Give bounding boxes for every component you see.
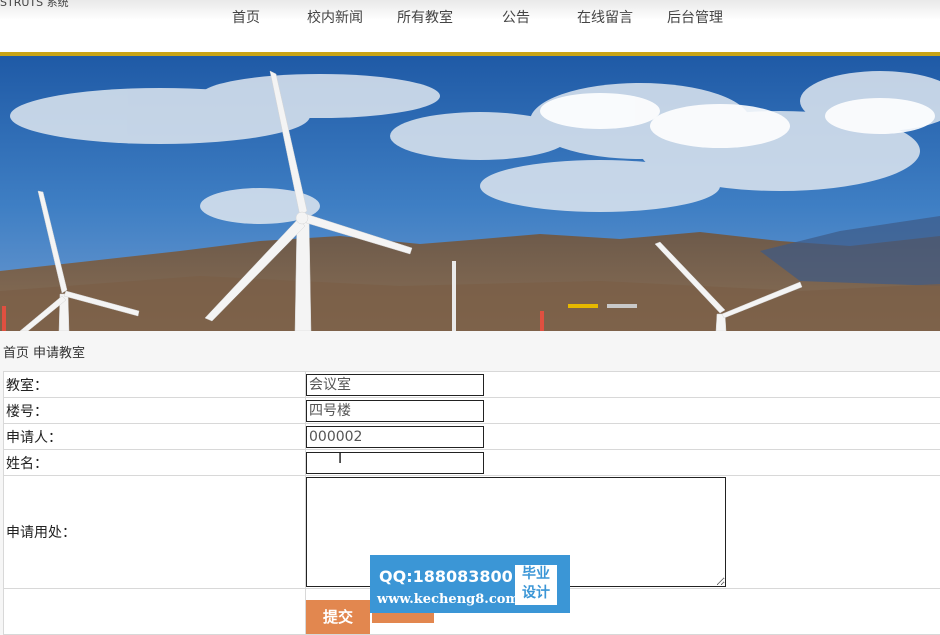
nav-home[interactable]: 首页 (232, 8, 260, 28)
watermark-qq: QQ:188083800 (379, 567, 513, 586)
watermark-badge: 毕业 设计 (515, 565, 557, 605)
applicant-input[interactable] (306, 426, 484, 448)
nav-online-message[interactable]: 在线留言 (577, 8, 633, 28)
building-label: 楼号： (4, 398, 306, 424)
purpose-label: 申请用处： (4, 476, 306, 589)
nav-announcements[interactable]: 公告 (502, 8, 530, 28)
nav-campus-news[interactable]: 校内新闻 (307, 8, 363, 28)
watermark-banner: QQ:188083800 www.kecheng8.com 毕业 设计 (370, 555, 570, 613)
breadcrumb: 首页申请教室 (3, 342, 89, 361)
watermark-url: www.kecheng8.com (377, 592, 519, 607)
name-input[interactable] (306, 452, 484, 474)
classroom-label: 教室： (4, 372, 306, 398)
site-header: STRUTS 系统 首页 校内新闻 所有教室 公告 在线留言 后台管理 (0, 0, 940, 56)
form-row-building: 楼号： (4, 398, 940, 424)
submit-button[interactable]: 提交 (306, 600, 370, 634)
classroom-input[interactable] (306, 374, 484, 396)
form-row-classroom: 教室： (4, 372, 940, 398)
breadcrumb-home[interactable]: 首页 (3, 346, 29, 361)
text-cursor-icon: I (338, 451, 342, 467)
applicant-label: 申请人： (4, 424, 306, 450)
name-label: 姓名： (4, 450, 306, 476)
nav-all-classrooms[interactable]: 所有教室 (397, 8, 453, 28)
banner-image (0, 56, 940, 331)
slider-dot[interactable] (607, 304, 637, 308)
building-input[interactable] (306, 400, 484, 422)
main-nav: 首页 校内新闻 所有教室 公告 在线留言 后台管理 (0, 0, 940, 36)
slider-dot-active[interactable] (568, 304, 598, 308)
nav-admin[interactable]: 后台管理 (667, 8, 723, 28)
wind-turbines-image (0, 56, 940, 331)
form-row-applicant: 申请人： (4, 424, 940, 450)
form-row-name: 姓名： (4, 450, 940, 476)
breadcrumb-current: 申请教室 (33, 346, 85, 361)
